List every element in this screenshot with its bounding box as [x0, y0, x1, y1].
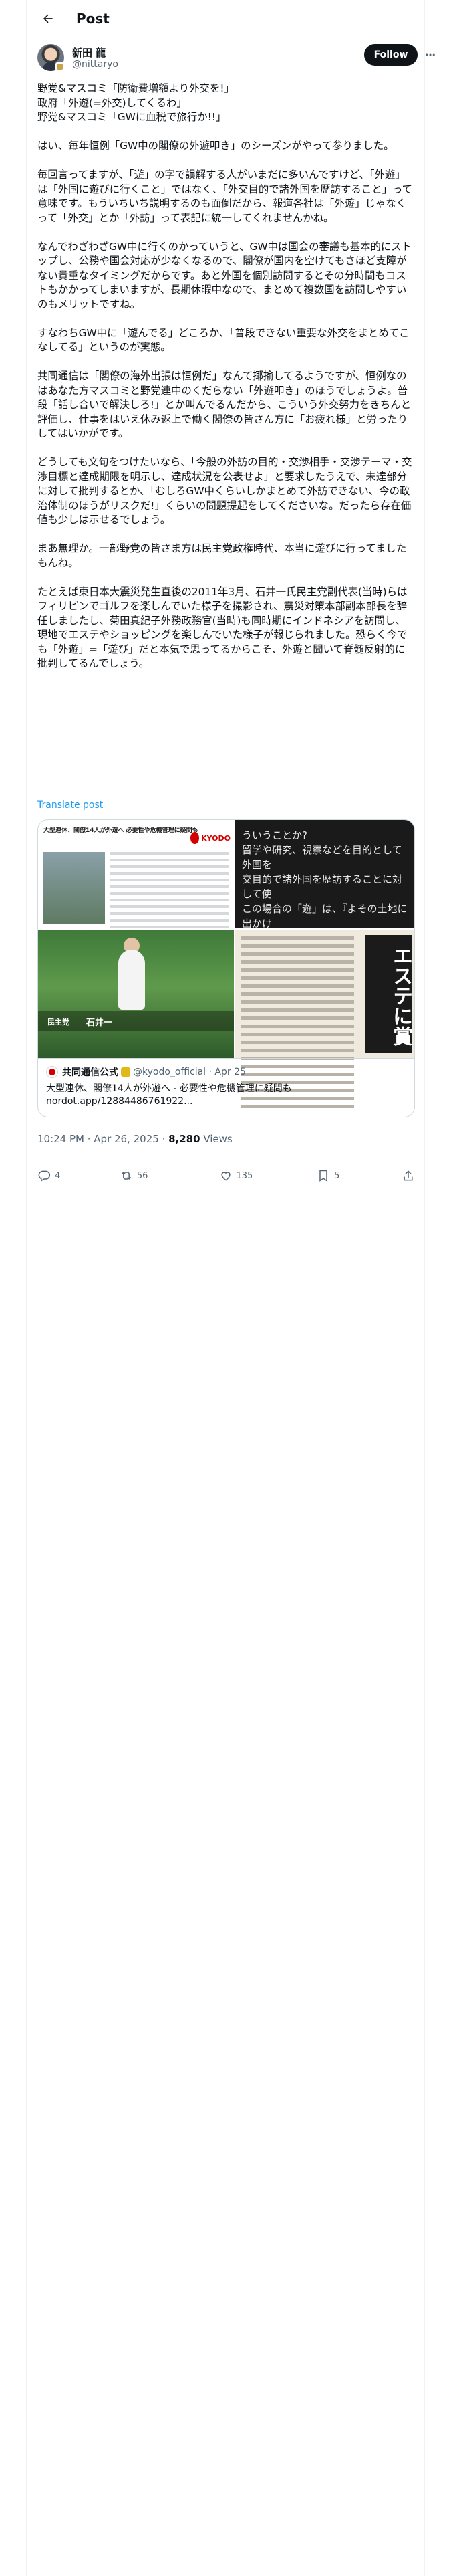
post-body: 野党&マスコミ「防衛費増額より外交を!」 政府「外遊(=外交)してくるわ」 野党… [37, 82, 415, 671]
post-paragraph: まあ無理か。一部野党の皆さま方は民主党政権時代、本当に遊びに行ってましたもんね。 [37, 542, 407, 569]
heart-icon [220, 1172, 231, 1181]
affiliate-badge-icon [55, 62, 64, 71]
golf-photo: 民主党 石井一 [38, 930, 234, 1058]
like-count: 135 [236, 1170, 253, 1181]
post-paragraph: たとえば東日本大震災発生直後の2011年3月、石井一氏民主党副代表(当時)らはフ… [37, 585, 408, 670]
post-meta: 10:24 PM · Apr 26, 2025 · 8,280 Views [37, 1133, 233, 1145]
post-column: Post 新田 龍 @nittaryo Follow 野党&マスコミ「防衛費増額… [26, 0, 435, 2576]
news-text-lines [110, 852, 229, 939]
photo-caption: 民主党 石井一 [38, 1011, 234, 1031]
follow-button[interactable]: Follow [364, 44, 418, 66]
reply-button[interactable]: 4 [37, 1169, 120, 1182]
post-paragraph: どうしても文句をつけたいなら、「今般の外訪の目的・交渉相手・交渉テーマ・交渉目標… [37, 456, 412, 526]
quoted-media[interactable]: 大型連休、閣僚14人が外遊へ 必要性や危機管理に疑問も KYODO ういうことか… [38, 820, 414, 1108]
more-icon [426, 53, 435, 56]
reply-icon [38, 1170, 51, 1182]
top-bar: Post [27, 0, 426, 37]
post-paragraph: なんでわざわざGW中に行くのかっていうと、GW中は国会の審議も基本的にストップし… [37, 240, 412, 310]
quoted-author-handle: @kyodo_official · Apr 25 [133, 1067, 246, 1077]
bookmark-count: 5 [334, 1170, 340, 1181]
author-header: 新田 龍 @nittaryo Follow [37, 44, 435, 74]
post-timestamp[interactable]: 10:24 PM · Apr 26, 2025 · [37, 1133, 168, 1145]
quoted-post-footer: 共同通信公式 @kyodo_official · Apr 25 大型連休、閣僚1… [38, 1058, 414, 1117]
arrow-left-icon [43, 14, 53, 23]
bookmark-button[interactable]: 5 [317, 1169, 402, 1182]
clipping-headline: エステに賞 [365, 935, 412, 1053]
post-paragraph: 共同通信は「閣僚の海外出張は恒例だ」なんて揶揄してるようですが、恒例なのはあなた… [37, 370, 412, 439]
news-headline: 大型連休、閣僚14人が外遊へ 必要性や危機管理に疑問も [43, 827, 198, 834]
repost-icon [121, 1171, 132, 1180]
definition-text: ういうことか? 留学や研究、視察などを目的として外国を 交目的で諸外国を歴訪する… [242, 829, 408, 944]
quoted-post-text: 大型連休、閣僚14人が外遊へ - 必要性や危機管理に疑問も nordot.app… [46, 1083, 292, 1107]
translate-post-link[interactable]: Translate post [37, 800, 103, 811]
quoted-post[interactable]: 大型連休、閣僚14人が外遊へ 必要性や危機管理に疑問も KYODO ういうことか… [37, 819, 415, 1117]
action-bar: 4 56 135 5 [37, 1164, 415, 1188]
news-photo [43, 852, 105, 924]
author-name[interactable]: 新田 龍 [72, 45, 106, 60]
newspaper-clipping: エステに賞 [235, 930, 414, 1108]
news-screenshot: 大型連休、閣僚14人が外遊へ 必要性や危機管理に疑問も KYODO [38, 820, 234, 935]
repost-button[interactable]: 56 [120, 1169, 219, 1182]
more-options-button[interactable] [424, 47, 437, 63]
post-paragraph: すなわちGW中に「遊んでる」どころか、「普段できない重要な外交をまとめてこなして… [37, 326, 410, 354]
reply-count: 4 [55, 1170, 61, 1181]
verified-org-icon [121, 1067, 130, 1077]
kyodo-logo: KYODO [190, 832, 231, 844]
post-paragraph: はい、毎年恒例「GW中の閣僚の外遊叩き」のシーズンがやって参りました。 [37, 140, 394, 152]
page-title: Post [76, 11, 110, 27]
view-count: 8,280 [168, 1133, 200, 1145]
post-paragraph: 毎回言ってますが、「遊」の字で誤解する人がいまだに多いんですけど、「外遊」は「外… [37, 169, 412, 224]
bookmark-icon [319, 1170, 327, 1182]
views-label: Views [200, 1133, 233, 1145]
share-icon [404, 1170, 413, 1181]
author-handle[interactable]: @nittaryo [72, 59, 118, 70]
share-button[interactable] [402, 1169, 415, 1182]
repost-count: 56 [136, 1170, 148, 1181]
back-button[interactable] [36, 7, 60, 31]
post-paragraph: 野党&マスコミ「防衛費増額より外交を!」 政府「外遊(=外交)してくるわ」 野党… [37, 82, 235, 123]
quoted-author-name[interactable]: 共同通信公式 [62, 1065, 118, 1079]
like-button[interactable]: 135 [219, 1169, 317, 1182]
definition-screenshot: ういうことか? 留学や研究、視察などを目的として外国を 交目的で諸外国を歴訪する… [235, 820, 414, 944]
quoted-avatar[interactable] [46, 1066, 58, 1078]
